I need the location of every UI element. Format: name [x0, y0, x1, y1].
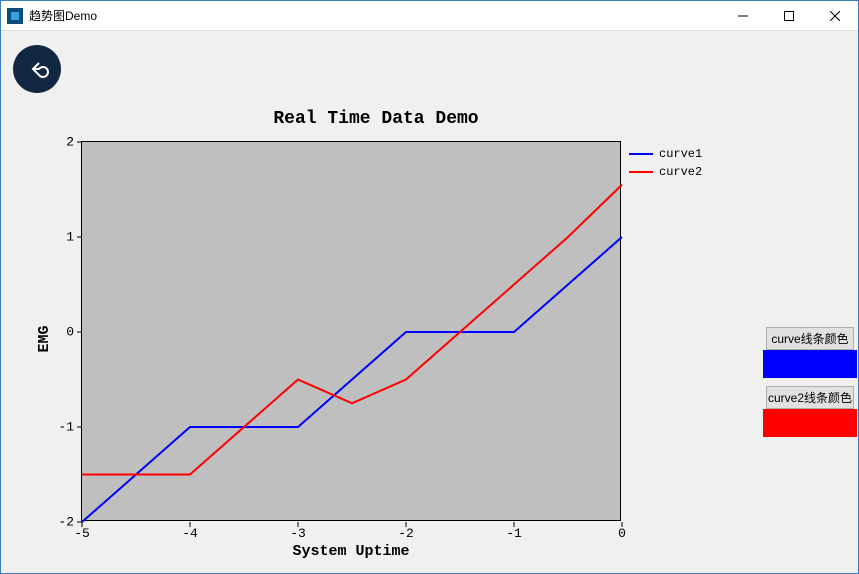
- legend-label: curve2: [659, 165, 702, 179]
- color-controls: curve线条颜色 curve2线条颜色: [762, 325, 858, 445]
- legend-item: curve1: [629, 145, 702, 163]
- curve1-color-swatch[interactable]: [763, 350, 857, 378]
- curve2-color-button[interactable]: curve2线条颜色: [766, 386, 854, 409]
- app-icon: [7, 8, 23, 24]
- y-tick-label: 1: [66, 230, 74, 245]
- legend: curve1 curve2: [629, 145, 702, 181]
- y-tick-label: 2: [66, 135, 74, 150]
- x-tick-label: -2: [398, 526, 414, 541]
- y-tick-label: -2: [58, 515, 74, 530]
- content-area: Real Time Data Demo -2-1012-5-4-3-2-10 E…: [1, 31, 858, 573]
- back-arrow-icon: [25, 57, 49, 81]
- minimize-button[interactable]: [720, 1, 766, 31]
- x-tick-label: -1: [506, 526, 522, 541]
- titlebar: 趋势图Demo: [1, 1, 858, 31]
- legend-swatch: [629, 171, 653, 173]
- legend-swatch: [629, 153, 653, 155]
- x-tick-label: -5: [74, 526, 90, 541]
- chart-title: Real Time Data Demo: [11, 109, 741, 129]
- y-tick-label: -1: [58, 420, 74, 435]
- maximize-button[interactable]: [766, 1, 812, 31]
- legend-item: curve2: [629, 163, 702, 181]
- legend-label: curve1: [659, 147, 702, 161]
- chart: Real Time Data Demo -2-1012-5-4-3-2-10 E…: [11, 111, 741, 566]
- x-tick-label: 0: [618, 526, 626, 541]
- back-button[interactable]: [13, 45, 61, 93]
- x-tick-label: -4: [182, 526, 198, 541]
- x-axis-label: System Uptime: [81, 543, 621, 560]
- y-axis-label: EMG: [36, 325, 53, 352]
- plot-area: -2-1012-5-4-3-2-10: [81, 141, 621, 521]
- window-title: 趋势图Demo: [29, 7, 97, 24]
- curve1-color-button[interactable]: curve线条颜色: [766, 327, 854, 350]
- y-tick-label: 0: [66, 325, 74, 340]
- x-tick-label: -3: [290, 526, 306, 541]
- close-button[interactable]: [812, 1, 858, 31]
- curve2-color-swatch[interactable]: [763, 409, 857, 437]
